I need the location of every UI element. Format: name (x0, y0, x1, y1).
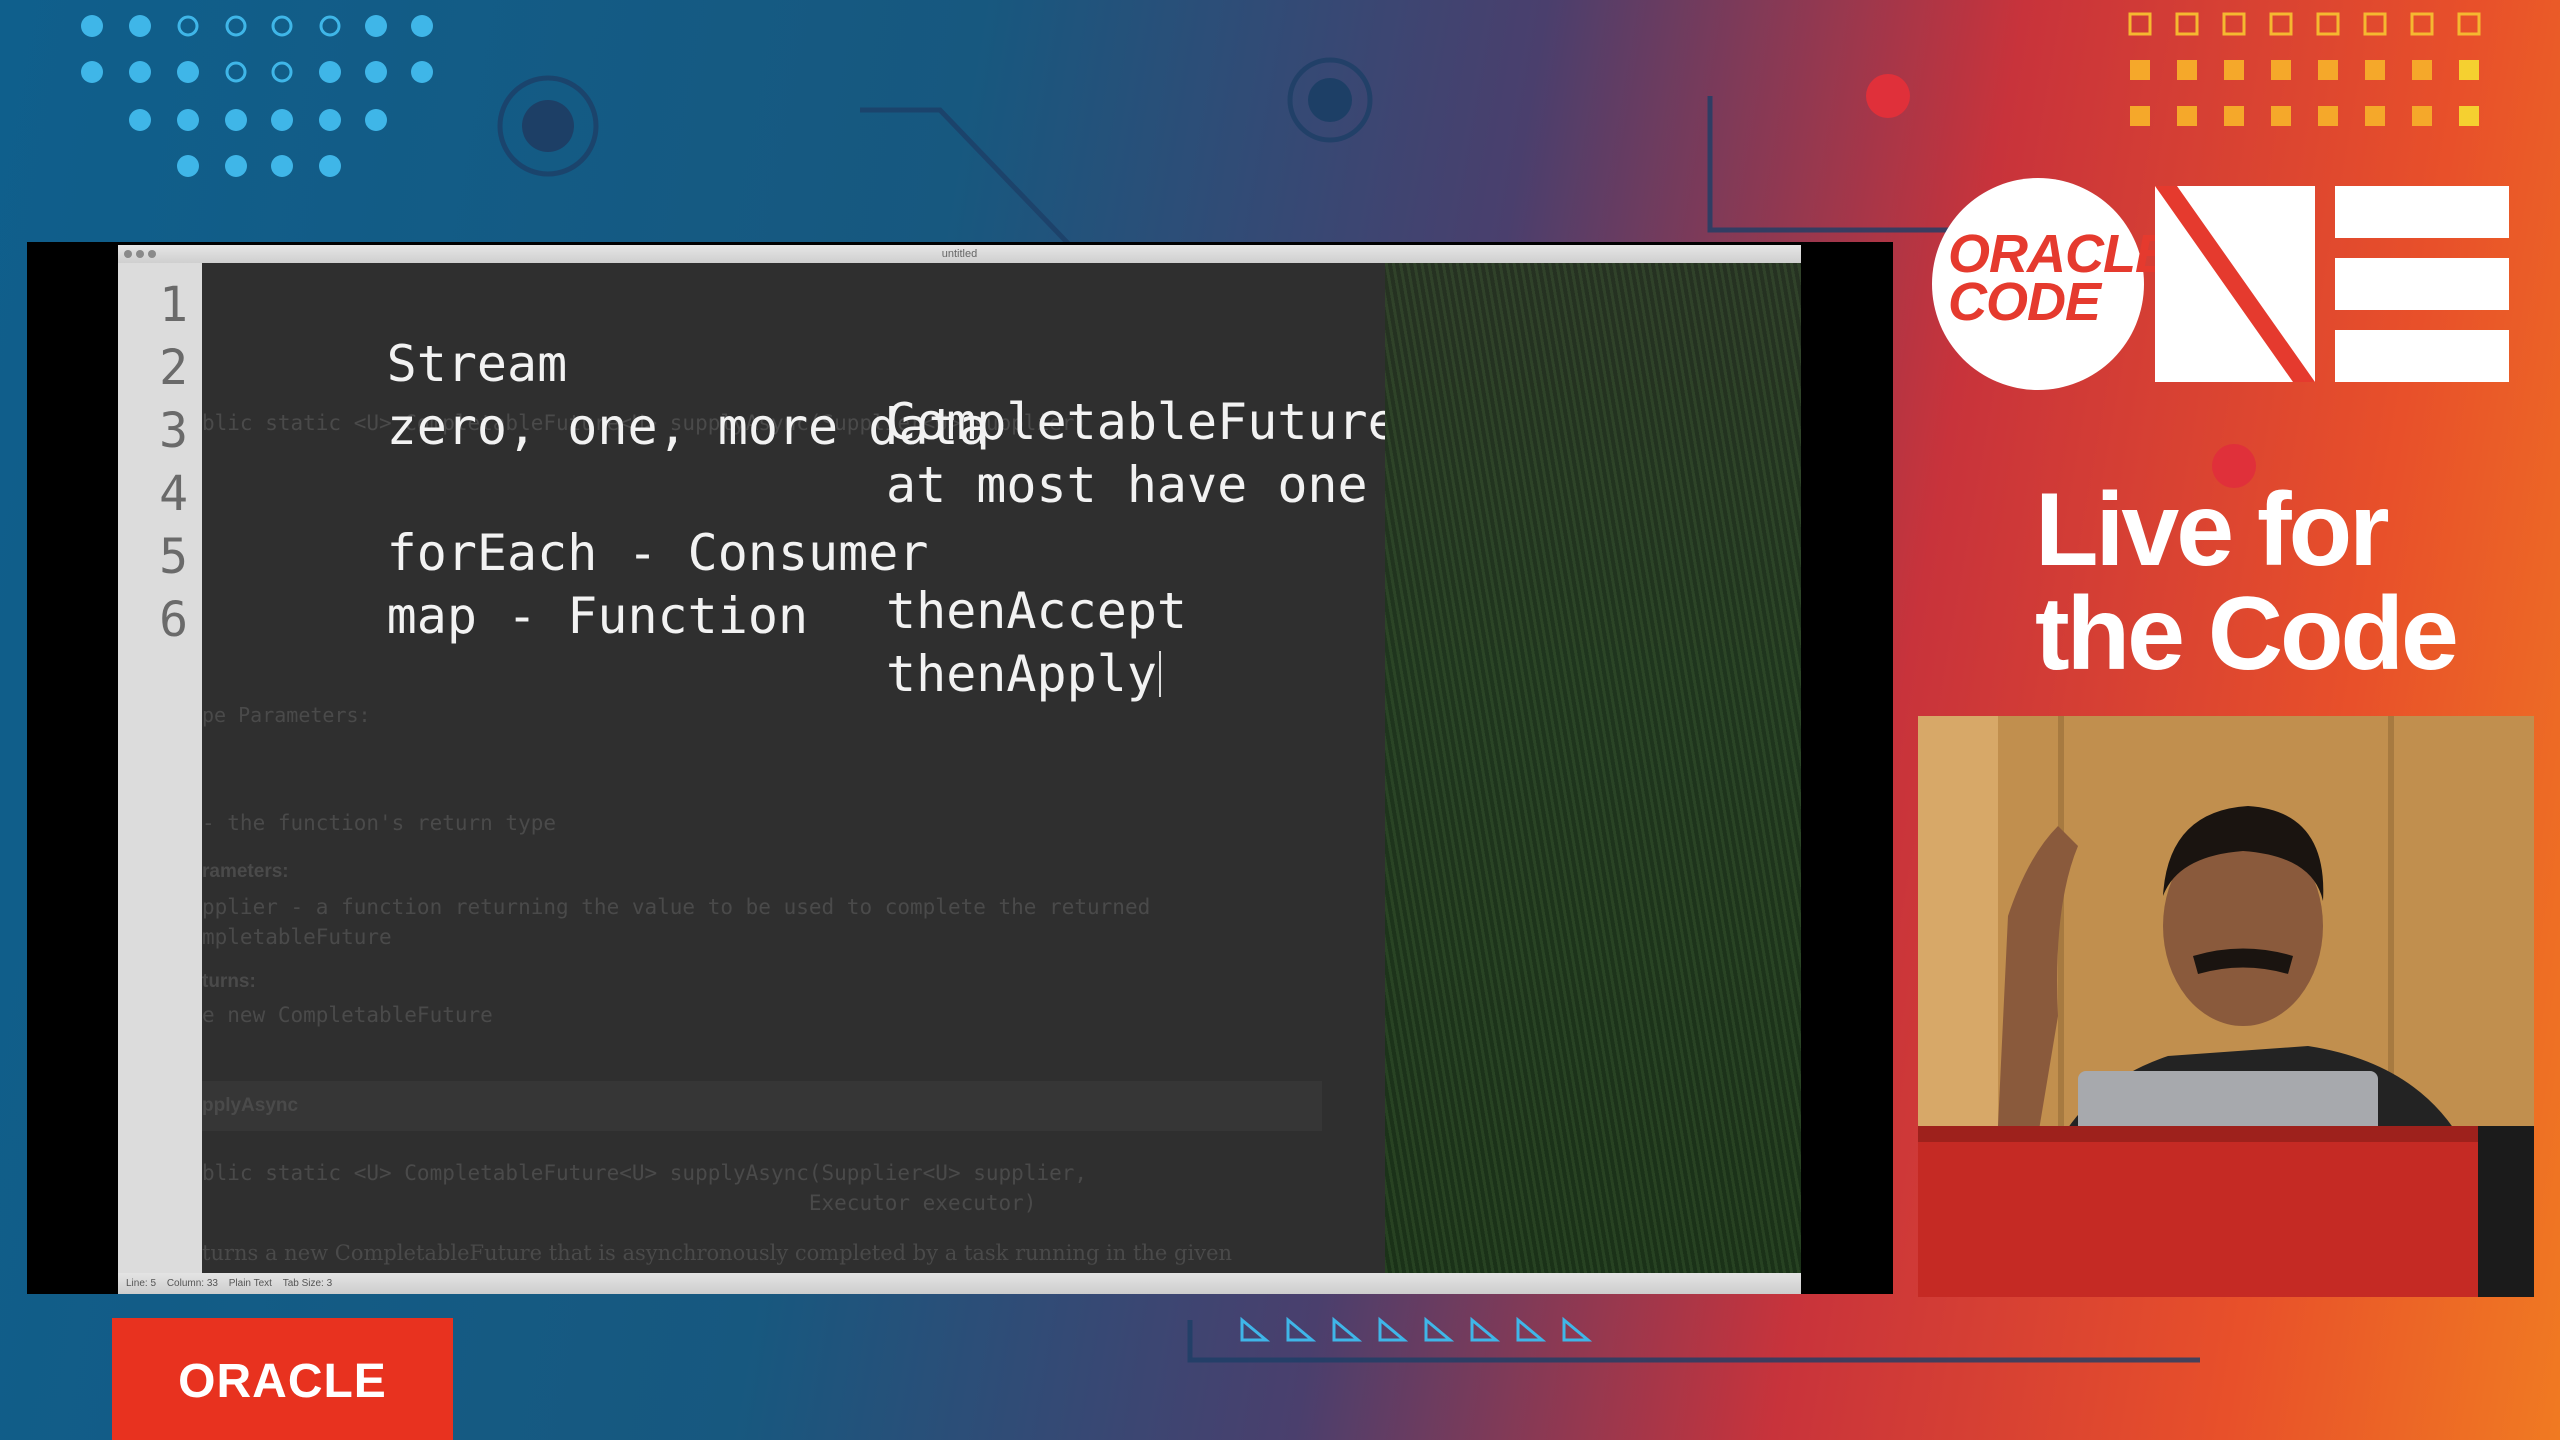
line-number: 4 (159, 466, 188, 522)
doc-section-bar: pplyAsync (202, 1081, 1322, 1131)
doc-signature: blic static <U> CompletableFuture<U> sup… (202, 1161, 1088, 1185)
minimize-window-button[interactable] (136, 250, 144, 258)
line-number: 6 (159, 592, 188, 648)
window-titlebar: untitled (118, 245, 1801, 263)
status-line: Line: 5 (126, 1278, 157, 1289)
logo-line: ORACLE (1948, 224, 2171, 284)
code-text: thenApply (886, 645, 1157, 703)
doc-supplier-desc: mpletableFuture (202, 925, 392, 949)
tagline-line: the Code (2035, 576, 2459, 692)
line-number-gutter: 1 2 3 4 5 6 (118, 263, 202, 1273)
status-column: Column: 33 (166, 1278, 218, 1289)
code-line-5-right: thenApply (886, 645, 1161, 703)
status-syntax[interactable]: Plain Text (229, 1278, 272, 1289)
doc-supplier-desc: pplier - a function returning the value … (202, 895, 1151, 919)
code-text: map - Function (386, 587, 809, 645)
line-number: 2 (159, 340, 188, 396)
close-window-button[interactable] (124, 250, 132, 258)
doc-section-title: pplyAsync (202, 1095, 299, 1116)
window-title: untitled (941, 248, 978, 260)
doc-returns-desc: e new CompletableFuture (202, 1003, 493, 1027)
text-caret (1158, 651, 1161, 697)
doc-returns-head: turns: (202, 971, 256, 992)
status-bar: Line: 5 Column: 33 Plain Text Tab Size: … (118, 1273, 1801, 1294)
doc-params-head: rameters: (202, 861, 289, 882)
text-editor-window: untitled 1 2 3 4 5 6 blic static <U> Com… (118, 245, 1801, 1294)
line-number: 5 (159, 529, 188, 585)
one-logo-mark (2155, 186, 2509, 382)
line-number: 1 (159, 277, 188, 333)
event-tagline: Live for the Code (2035, 478, 2535, 686)
code-text: zero, one, more data (386, 398, 989, 456)
speaker-video (1918, 716, 2534, 1297)
line-number: 3 (159, 403, 188, 459)
logo-line: CODE (1948, 272, 2101, 332)
status-tab-size[interactable]: Tab Size: 3 (283, 1278, 332, 1289)
oracle-code-logo-text: ORACLE CODE (1948, 224, 2171, 332)
code-text: thenAccept (886, 582, 1188, 640)
oracle-logo-text: ORACLE (178, 1355, 387, 1408)
zoom-window-button[interactable] (148, 250, 156, 258)
code-line-5: map - Function thenApply (206, 529, 1161, 761)
tagline-line: Live for (2035, 472, 2390, 588)
doc-description: turns a new CompletableFuture that is as… (202, 1241, 1233, 1265)
oracle-logo-badge: ORACLE (112, 1318, 453, 1440)
code-editor-area[interactable]: blic static <U> CompletableFuture<U> sup… (202, 263, 1789, 1273)
speaker-image (1918, 716, 2534, 1297)
doc-u-desc: - the function's return type (202, 811, 557, 835)
desktop-wallpaper (1385, 263, 1801, 1273)
doc-signature: Executor executor) (202, 1191, 1037, 1215)
